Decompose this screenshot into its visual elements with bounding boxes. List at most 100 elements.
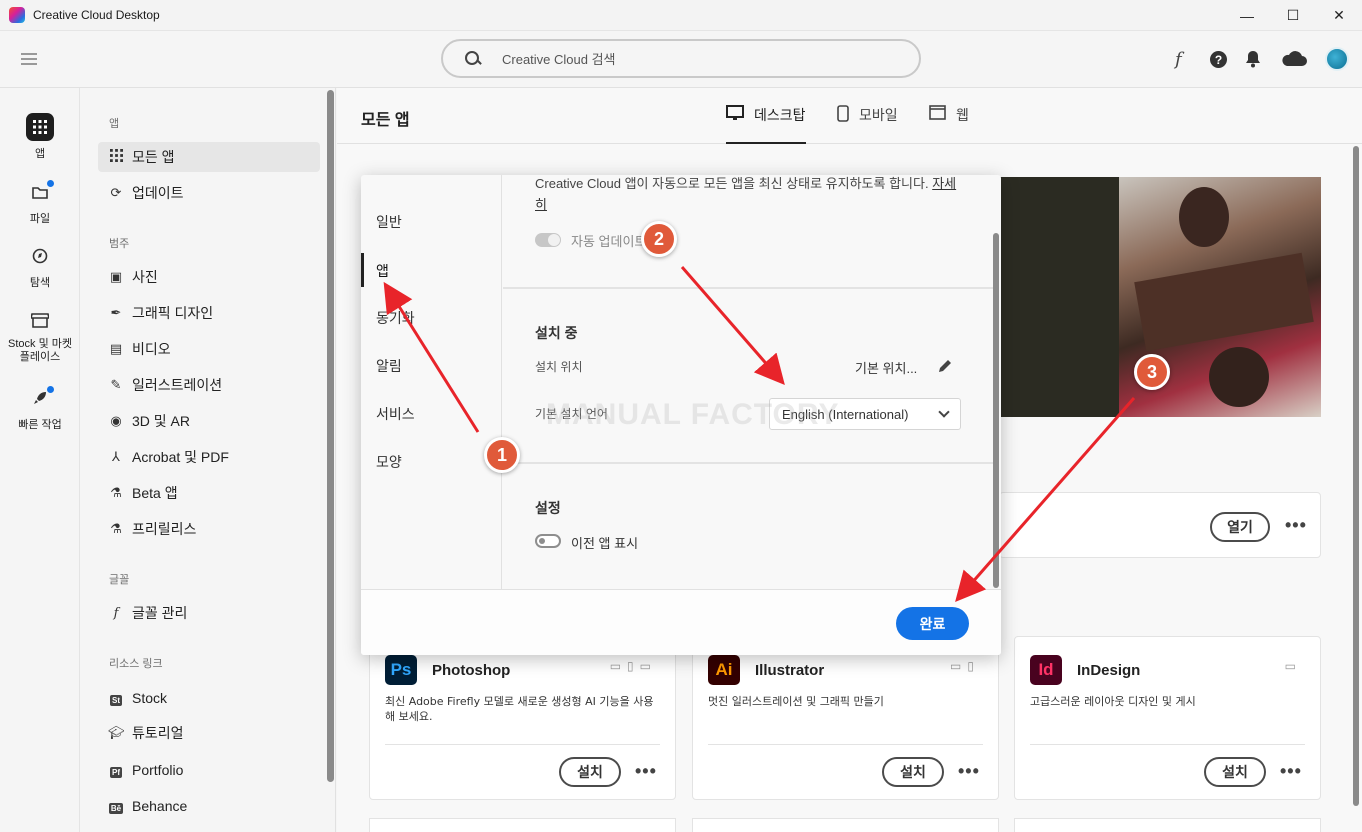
install-button[interactable]: 설치 [1204,757,1266,787]
app-name: Photoshop [432,662,511,679]
creative-cloud-logo-icon [9,7,25,23]
sidebar-item-beta-apps[interactable]: ⚗ Beta 앱 [98,478,320,508]
annotation-marker-2: 2 [641,221,677,257]
sidebar-item-portfolio[interactable]: Pf Portfolio [98,755,320,785]
auto-update-toggle[interactable] [535,233,561,247]
rail-label: 파일 [29,213,51,225]
more-options-icon[interactable]: ••• [1285,515,1307,536]
divider [708,744,983,745]
sidebar-item-label: 모든 앱 [132,149,175,165]
rail-label: 탐색 [29,277,51,289]
pref-tab-services[interactable]: 서비스 [376,404,415,424]
app-card-stub [1014,818,1321,832]
section-categories-label: 범주 [109,238,130,250]
app-card-photoshop: Ps Photoshop ▭▯▭ 최신 Adobe Firefly 모델로 새로… [369,636,676,800]
app-name: Illustrator [755,662,825,679]
sidebar-scrollbar[interactable] [327,90,334,782]
pref-tab-general[interactable]: 일반 [376,212,402,232]
sidebar-item-label: Stock [132,690,168,706]
help-icon[interactable]: ? [1210,51,1227,68]
install-button[interactable]: 설치 [559,757,621,787]
rail-item-discover[interactable]: 탐색 [0,242,80,290]
preferences-nav: 일반 앱 동기화 알림 서비스 모양 [361,175,502,589]
show-older-apps-toggle[interactable] [535,534,561,548]
sidebar-item-manage-fonts[interactable]: f 글꼴 관리 [98,598,320,628]
more-options-icon[interactable]: ••• [958,761,980,782]
install-location-label: 설치 위치 [535,360,583,374]
sidebar-item-illustration[interactable]: ✎ 일러스트레이션 [98,370,320,400]
sidebar-item-graphic-design[interactable]: ✒ 그래픽 디자인 [98,298,320,328]
dialog-scrollbar[interactable] [993,233,999,588]
rail-item-files[interactable]: 파일 [0,178,80,226]
portfolio-icon: Pf [110,766,122,778]
pref-tab-appearance[interactable]: 모양 [376,452,402,472]
more-options-icon[interactable]: ••• [1280,761,1302,782]
page-title: 모든 앱 [361,112,410,129]
rail-item-quick-actions[interactable]: 빠른 작업 [0,384,80,432]
rocket-icon [26,384,54,412]
bell-icon[interactable] [1245,49,1261,69]
tab-mobile[interactable]: 모바일 [837,105,898,144]
browser-icon [929,105,946,123]
left-rail: 앱 파일 탐색 Stock 및 마켓플레이스 빠른 작업 [0,88,80,832]
sidebar-item-all-apps[interactable]: 모든 앱 [98,142,320,172]
category-sidebar: 앱 모든 앱 ⟳ 업데이트 범주 ▣ 사진 ✒ 그래픽 디자인 ▤ 비디오 ✎ 일러스트… [81,88,336,832]
sidebar-item-label: 글꼴 관리 [132,605,188,621]
sidebar-item-behance[interactable]: Bē Behance [98,791,320,821]
pref-tab-notifications[interactable]: 알림 [376,356,402,376]
sphere-icon: ◉ [110,413,122,428]
sidebar-item-updates[interactable]: ⟳ 업데이트 [98,178,320,208]
more-options-icon[interactable]: ••• [635,761,657,782]
sidebar-item-photo[interactable]: ▣ 사진 [98,262,320,292]
sidebar-item-label: 튜토리얼 [132,725,184,741]
sidebar-item-stock[interactable]: St Stock [98,683,320,713]
done-button[interactable]: 완료 [896,607,969,640]
rail-label: 빠른 작업 [18,419,62,431]
pref-tab-apps[interactable]: 앱 [376,261,389,281]
app-card-indesign: Id InDesign ▭ 고급스러운 레이아웃 디자인 및 게시 설치 ••• [1014,636,1321,800]
watermark: MANUAL FACTORY [546,398,840,431]
search-bar[interactable]: Creative Cloud 검색 [441,39,921,78]
pref-tab-sync[interactable]: 동기화 [376,308,415,328]
rail-item-stock[interactable]: Stock 및 마켓플레이스 [0,306,80,364]
main-scrollbar[interactable] [1353,146,1359,806]
sidebar-item-3d-ar[interactable]: ◉ 3D 및 AR [98,406,320,436]
rail-label: Stock 및 마켓플레이스 [8,338,72,363]
featured-app-card: 열기 ••• [999,492,1321,558]
phone-icon [837,105,849,125]
annotation-marker-1: 1 [484,437,520,473]
section-fonts-label: 글꼴 [109,574,130,586]
divider [503,287,993,289]
tab-label: 모바일 [859,107,898,123]
app-header: Creative Cloud 검색 f ? [0,31,1362,88]
illustrator-icon: Ai [708,655,740,685]
avatar[interactable] [1325,47,1349,71]
install-button[interactable]: 설치 [882,757,944,787]
minimize-button[interactable]: — [1224,0,1270,31]
brush-icon: ✎ [110,377,122,392]
cloud-icon[interactable] [1281,49,1307,69]
open-button[interactable]: 열기 [1210,512,1270,542]
rail-item-apps[interactable]: 앱 [0,113,80,161]
sidebar-item-label: 업데이트 [132,185,184,201]
photoshop-icon: Ps [385,655,417,685]
tab-web[interactable]: 웹 [929,105,969,144]
font-icon[interactable]: f [1175,49,1182,70]
close-button[interactable]: ✕ [1316,0,1362,31]
app-description: 멋진 일러스트레이션 및 그래픽 만들기 [708,695,884,708]
sidebar-item-tutorials[interactable]: 🎓︎ 튜토리얼 [98,718,320,748]
divider [503,462,993,464]
sidebar-item-prerelease[interactable]: ⚗ 프리릴리스 [98,514,320,544]
install-location-value[interactable]: 기본 위치... [855,358,917,377]
app-name: InDesign [1077,662,1141,679]
beaker-icon: ⚗ [110,521,122,536]
folder-icon [26,178,54,206]
sidebar-item-video[interactable]: ▤ 비디오 [98,334,320,364]
section-resources-label: 리소스 링크 [109,658,163,670]
sidebar-item-acrobat-pdf[interactable]: ⅄ Acrobat 및 PDF [98,442,320,472]
maximize-button[interactable]: ☐ [1270,0,1316,31]
search-input[interactable]: Creative Cloud 검색 [502,49,616,68]
tab-desktop[interactable]: 데스크탑 [726,105,806,144]
edit-pencil-icon[interactable] [937,358,953,377]
hamburger-menu-icon[interactable] [21,53,37,65]
